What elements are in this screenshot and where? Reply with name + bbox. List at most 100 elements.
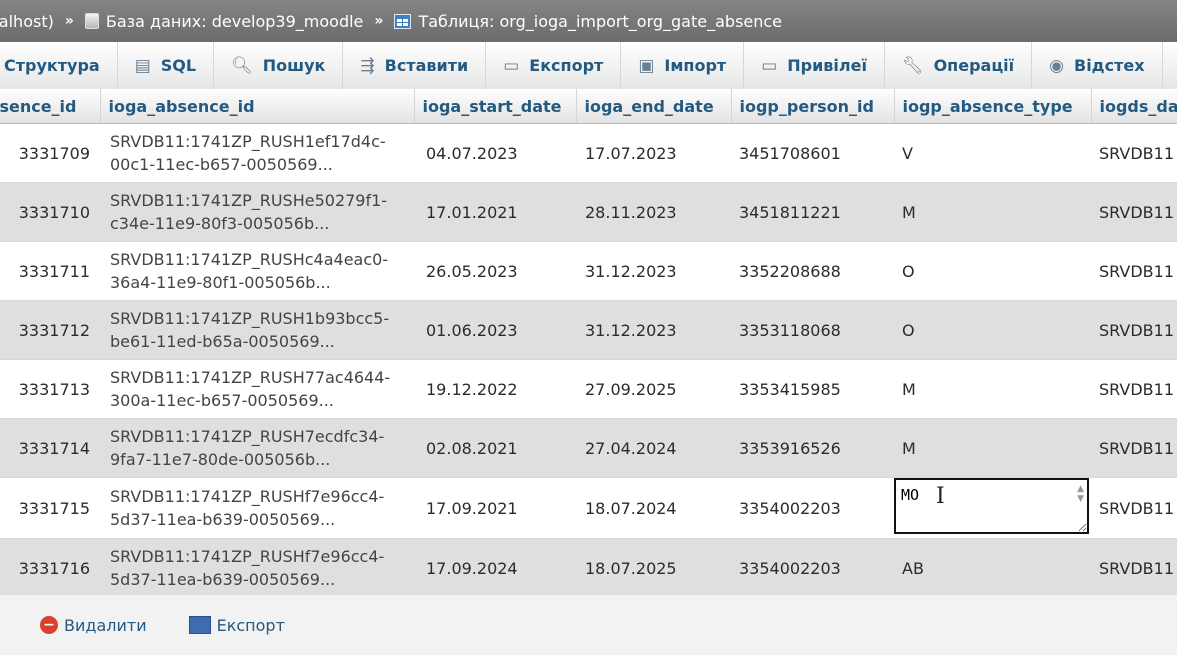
scroll-arrows-icon[interactable]: ▲ ▼ (1077, 484, 1084, 504)
breadcrumb-table-label[interactable]: Таблиця: org_ioga_import_org_gate_absenc… (418, 12, 782, 31)
table-row[interactable]: 3331713 SRVDB11:1741ZP_RUSH77ac4644- 300a… (0, 359, 1177, 419)
cell-id[interactable]: 3331711 (0, 241, 100, 301)
cell-start-date[interactable]: 17.01.2021 (414, 182, 576, 242)
cell-ds[interactable]: SRVDB11 (1091, 182, 1177, 242)
cell-start-date[interactable]: 26.05.2023 (414, 241, 576, 301)
cell-id[interactable]: 3331713 (0, 359, 100, 419)
breadcrumb-database-label[interactable]: База даних: develop39_moodle (106, 12, 364, 31)
cell-absence-id[interactable]: SRVDB11:1741ZP_RUSH1ef17d4c- 00c1-11ec-b6… (100, 123, 414, 183)
cell-ds[interactable]: SRVDB11 (1091, 477, 1177, 539)
cell-end-date[interactable]: 18.07.2025 (576, 538, 731, 598)
tab-search-label[interactable]: Пошук (263, 56, 326, 75)
cell-person-id[interactable]: 3354002203 (731, 538, 894, 598)
cell-absence-id[interactable]: SRVDB11:1741ZP_RUSHf7e96cc4- 5d37-11ea-b6… (100, 538, 414, 598)
column-header-label[interactable]: bsence_id (0, 97, 77, 116)
table-row[interactable]: 3331712 SRVDB11:1741ZP_RUSH1b93bcc5- be61… (0, 300, 1177, 360)
breadcrumb-server-label[interactable]: calhost) (0, 12, 54, 31)
breadcrumb-database[interactable]: База даних: develop39_moodle (84, 12, 364, 31)
cell-person-id[interactable]: 3352208688 (731, 241, 894, 301)
tab-import-label[interactable]: Імпорт (664, 56, 726, 75)
cell-person-id[interactable]: 3451811221 (731, 182, 894, 242)
cell-start-date[interactable]: 02.08.2021 (414, 418, 576, 478)
column-header-label[interactable]: ioga_absence_id (109, 97, 255, 116)
tab-insert[interactable]: ⇶ Вставити (343, 42, 487, 89)
cell-ds[interactable]: SRVDB11 (1091, 123, 1177, 183)
cell-absence-id[interactable]: SRVDB11:1741ZP_RUSH7ecdfc34- 9fa7-11e7-80… (100, 418, 414, 478)
cell-absence-type[interactable]: O (894, 300, 1091, 360)
cell-start-date[interactable]: 01.06.2023 (414, 300, 576, 360)
cell-id[interactable]: 3331714 (0, 418, 100, 478)
cell-end-date[interactable]: 27.04.2024 (576, 418, 731, 478)
export-button[interactable]: Експорт (188, 616, 285, 635)
table-row[interactable]: 3331709 SRVDB11:1741ZP_RUSH1ef17d4c- 00c1… (0, 123, 1177, 183)
tab-sql-label[interactable]: SQL (161, 56, 196, 75)
tab-search[interactable]: 🔍︎ Пошук (214, 42, 344, 89)
tab-tracking[interactable]: ◉ Відстех (1032, 42, 1163, 89)
breadcrumb-server[interactable]: calhost) (0, 12, 54, 31)
cell-start-date[interactable]: 19.12.2022 (414, 359, 576, 419)
table-row[interactable]: 3331716 SRVDB11:1741ZP_RUSHf7e96cc4- 5d37… (0, 538, 1177, 598)
cell-end-date[interactable]: 27.09.2025 (576, 359, 731, 419)
cell-ds[interactable]: SRVDB11 (1091, 418, 1177, 478)
cell-person-id[interactable]: 3353916526 (731, 418, 894, 478)
cell-start-date[interactable]: 17.09.2024 (414, 538, 576, 598)
cell-ds[interactable]: SRVDB11 (1091, 241, 1177, 301)
tab-privileges-label[interactable]: Привілеї (787, 56, 867, 75)
cell-id[interactable]: 3331716 (0, 538, 100, 598)
column-header-label[interactable]: iogp_absence_type (903, 97, 1073, 116)
cell-person-id[interactable]: 3353118068 (731, 300, 894, 360)
tab-tracking-label[interactable]: Відстех (1074, 56, 1145, 75)
cell-ds[interactable]: SRVDB11 (1091, 538, 1177, 598)
cell-id[interactable]: 3331710 (0, 182, 100, 242)
column-header[interactable]: iogds_da (1091, 89, 1177, 124)
cell-id[interactable]: 3331715 (0, 477, 100, 539)
cell-id[interactable]: 3331712 (0, 300, 100, 360)
table-row[interactable]: 3331715 SRVDB11:1741ZP_RUSHf7e96cc4- 5d37… (0, 477, 1177, 539)
tab-privileges[interactable]: ▭ Привілеї (744, 42, 885, 89)
cell-absence-type[interactable]: M (894, 418, 1091, 478)
cell-end-date[interactable]: 28.11.2023 (576, 182, 731, 242)
column-header-label[interactable]: iogp_person_id (740, 97, 874, 116)
column-header[interactable]: iogp_person_id (731, 89, 895, 124)
cell-absence-id[interactable]: SRVDB11:1741ZP_RUSH1b93bcc5- be61-11ed-b6… (100, 300, 414, 360)
cell-ds[interactable]: SRVDB11 (1091, 359, 1177, 419)
cell-absence-id[interactable]: SRVDB11:1741ZP_RUSHc4a4eac0- 36a4-11e9-80… (100, 241, 414, 301)
tab-import[interactable]: ▣ Імпорт (621, 42, 745, 89)
tab-structure-label[interactable]: Структура (4, 56, 100, 75)
tab-operations[interactable]: 🔧︎ Операції (885, 42, 1033, 89)
cell-end-date[interactable]: 18.07.2024 (576, 477, 731, 539)
tab-export[interactable]: ▭ Експорт (486, 42, 622, 89)
cell-absence-type[interactable]: AB (894, 538, 1091, 598)
cell-person-id[interactable]: 3354002203 (731, 477, 894, 539)
cell-absence-id[interactable]: SRVDB11:1741ZP_RUSH77ac4644- 300a-11ec-b6… (100, 359, 414, 419)
cell-end-date[interactable]: 31.12.2023 (576, 300, 731, 360)
tab-sql[interactable]: ▤ SQL (118, 42, 215, 89)
cell-id[interactable]: 3331709 (0, 123, 100, 183)
table-row[interactable]: 3331711 SRVDB11:1741ZP_RUSHc4a4eac0- 36a4… (0, 241, 1177, 301)
column-header[interactable]: ioga_start_date (414, 89, 577, 124)
tab-operations-label[interactable]: Операції (934, 56, 1015, 75)
column-header-label[interactable]: ioga_start_date (423, 97, 562, 116)
export-label[interactable]: Експорт (217, 616, 285, 635)
delete-button[interactable]: − Видалити (40, 616, 147, 635)
column-header[interactable]: bsence_id (0, 89, 101, 124)
table-row[interactable]: 3331714 SRVDB11:1741ZP_RUSH7ecdfc34- 9fa7… (0, 418, 1177, 478)
column-header-label[interactable]: ioga_end_date (585, 97, 714, 116)
cell-absence-type[interactable]: O (894, 241, 1091, 301)
cell-absence-type-editing[interactable]: MO I ▲ ▼ (894, 477, 1091, 539)
cell-start-date[interactable]: 04.07.2023 (414, 123, 576, 183)
column-header[interactable]: ioga_end_date (576, 89, 732, 124)
cell-absence-type[interactable]: M (894, 359, 1091, 419)
cell-person-id[interactable]: 3353415985 (731, 359, 894, 419)
cell-end-date[interactable]: 31.12.2023 (576, 241, 731, 301)
cell-absence-id[interactable]: SRVDB11:1741ZP_RUSHe50279f1- c34e-11e9-80… (100, 182, 414, 242)
column-header[interactable]: iogp_absence_type (894, 89, 1092, 124)
tab-insert-label[interactable]: Вставити (385, 56, 469, 75)
cell-absence-id[interactable]: SRVDB11:1741ZP_RUSHf7e96cc4- 5d37-11ea-b6… (100, 477, 414, 539)
column-header[interactable]: ioga_absence_id (100, 89, 415, 124)
column-header-label[interactable]: iogds_da (1100, 97, 1177, 116)
breadcrumb-table[interactable]: Таблиця: org_ioga_import_org_gate_absenc… (394, 12, 782, 31)
cell-ds[interactable]: SRVDB11 (1091, 300, 1177, 360)
cell-end-date[interactable]: 17.07.2023 (576, 123, 731, 183)
cell-absence-type[interactable]: M (894, 182, 1091, 242)
